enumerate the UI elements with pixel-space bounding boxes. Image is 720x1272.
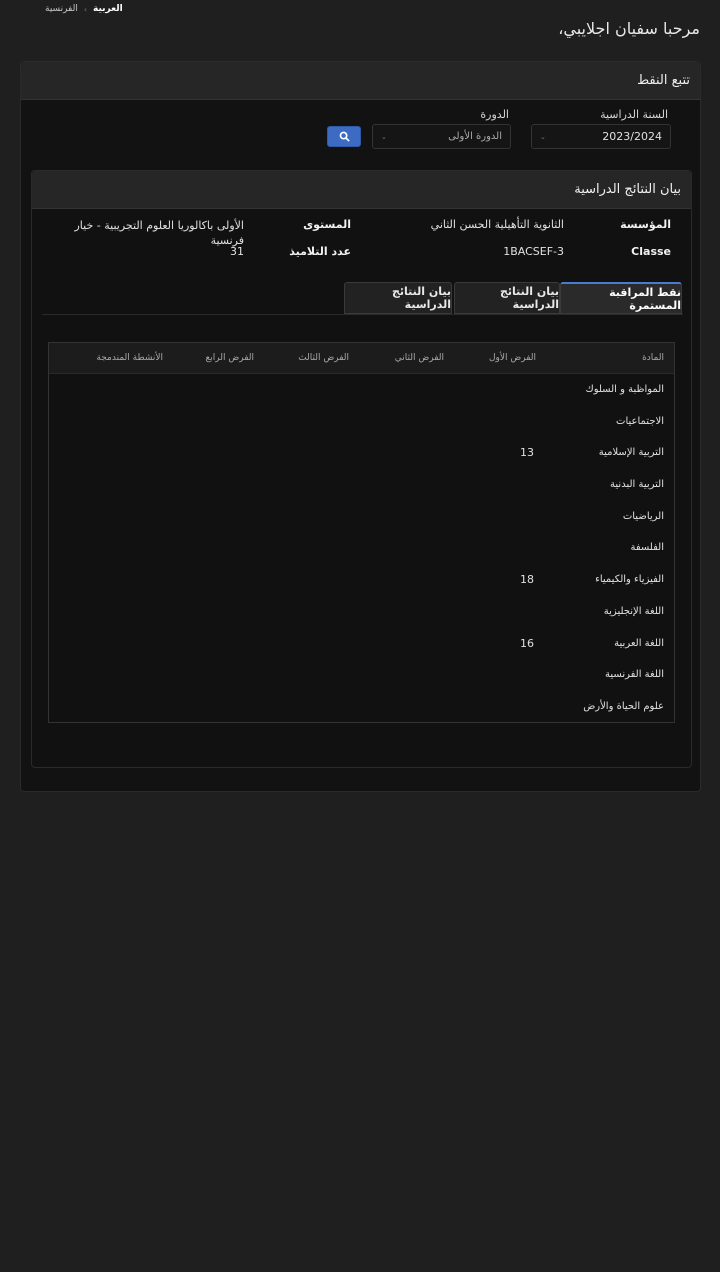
table-row: اللغة العربية 16 [49,628,674,660]
chevron-down-icon: ⌄ [381,133,387,141]
results-panel: بيان النتائج الدراسية المؤسسة الثانوية ا… [31,170,692,768]
session-select[interactable]: ⌄ الدورة الأولى [372,124,511,149]
search-icon [339,131,350,142]
search-button[interactable] [327,126,361,147]
year-select[interactable]: ⌄ 2023/2024 [531,124,671,149]
header-test-2: الفرض الثاني [394,353,444,363]
table-row: اللغة الفرنسية [49,659,674,691]
table-row: اللغة الإنجليزية [49,596,674,628]
year-label: السنة الدراسية [600,108,668,121]
welcome-message: مرحبا سفيان اجلايبي، [558,19,700,38]
subject-cell: التربية البدنية [610,479,664,491]
separator-dot: ‹ [83,4,88,14]
table-row: الرياضيات [49,501,674,533]
header-test-4: الفرض الرابع [205,353,254,363]
table-row: المواظبة و السلوك [49,374,674,406]
tab-results-statement-2[interactable]: بيان النتائج الدراسية [344,282,452,314]
language-switcher: الفرنسية ‹ العربية [45,4,123,14]
grade-cell: 18 [520,573,534,587]
grades-table: المادة الفرض الأول الفرض الثاني الفرض ال… [48,342,675,723]
subject-cell: علوم الحياة والأرض [583,700,664,712]
institution-label: المؤسسة [620,218,671,231]
subject-cell: الفيزياء والكيمياء [595,574,664,586]
grade-cell: 13 [520,446,534,460]
subject-cell: اللغة العربية [614,637,664,649]
table-row: الفلسفة [49,532,674,564]
year-select-value: 2023/2024 [602,130,662,143]
subject-cell: الرياضيات [622,510,664,522]
subject-cell: اللغة الفرنسية [605,669,664,681]
lang-french-link[interactable]: الفرنسية [45,4,78,14]
students-count-label: عدد التلاميذ [289,245,351,258]
chevron-down-icon: ⌄ [540,133,546,141]
grades-tracking-panel: تتبع النقط السنة الدراسية ⌄ 2023/2024 ال… [20,61,701,792]
institution-value: الثانوية التأهيلية الحسن الثاني [430,218,564,231]
session-label: الدورة [480,108,509,121]
class-label: Classe [631,245,671,258]
class-value: 1BACSEF-3 [503,245,564,258]
panel-header: تتبع النقط [21,62,700,100]
table-row: التربية الإسلامية 13 [49,437,674,469]
tabs-divider [42,314,683,315]
subject-cell: المواظبة و السلوك [585,384,664,395]
table-row: التربية البدنية [49,469,674,501]
session-select-value: الدورة الأولى [448,131,502,142]
subject-cell: الفلسفة [630,542,664,554]
subject-cell: اللغة الإنجليزية [603,605,664,617]
lang-arabic-link[interactable]: العربية [93,4,123,14]
level-value: الأولى باكالوريا العلوم التجريبية - خيار… [74,219,244,247]
table-row: علوم الحياة والأرض [49,691,674,723]
table-header: المادة الفرض الأول الفرض الثاني الفرض ال… [49,343,674,374]
header-integrated-activities: الأنشطة المندمجة [96,353,163,363]
table-row: الفيزياء والكيمياء 18 [49,564,674,596]
subject-cell: التربية الإسلامية [598,447,664,459]
level-label: المستوى [303,218,351,231]
header-subject: المادة [642,353,664,363]
subject-cell: الاجتماعيات [616,415,664,427]
results-header: بيان النتائج الدراسية [32,171,691,209]
students-count-value: 31 [230,245,244,258]
header-test-3: الفرض الثالث [298,353,349,363]
grade-cell: 16 [520,636,534,650]
header-test-1: الفرض الأول [488,353,536,363]
tab-results-statement-1[interactable]: بيان النتائج الدراسية [454,282,560,314]
tab-continuous-assessment[interactable]: نقط المراقبة المستمرة [560,282,682,314]
table-row: الاجتماعيات [49,406,674,438]
